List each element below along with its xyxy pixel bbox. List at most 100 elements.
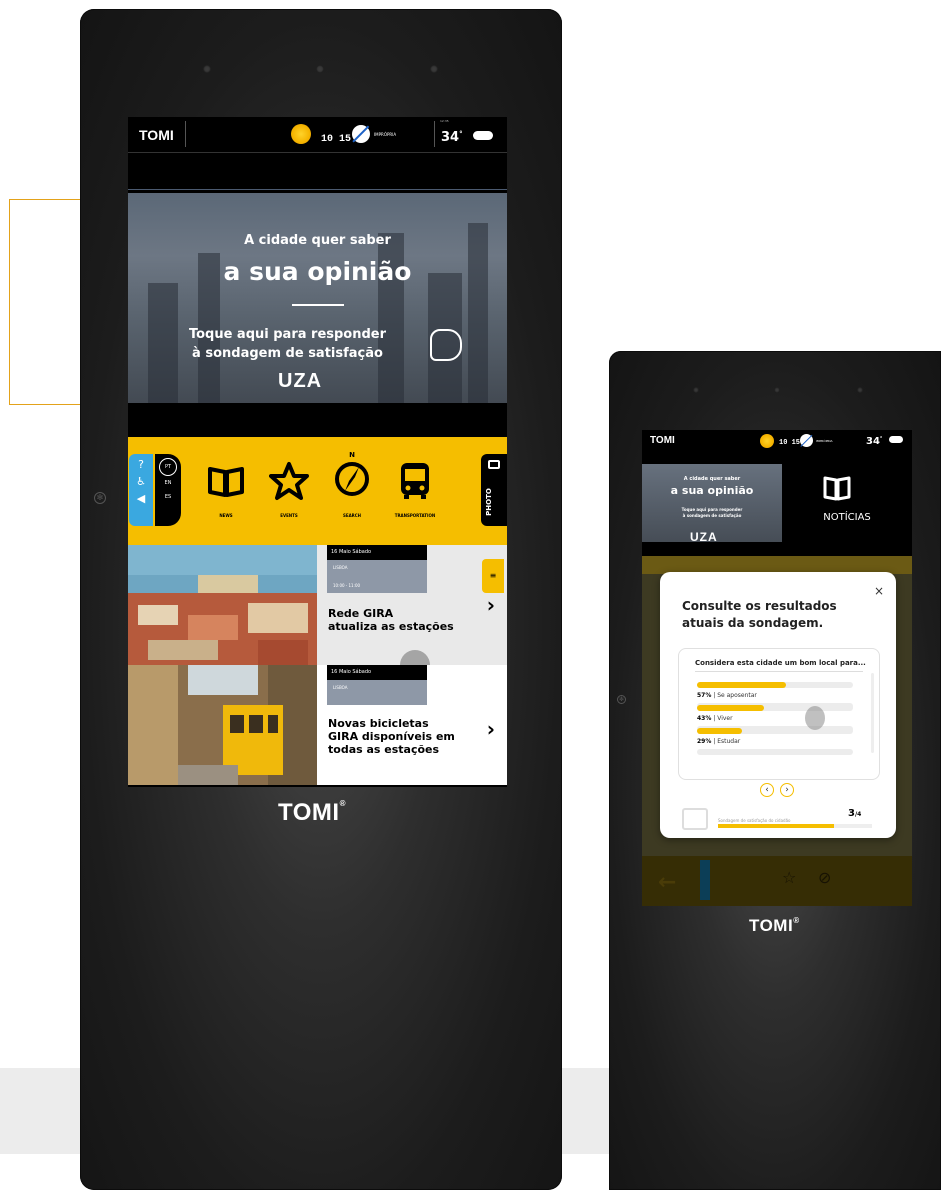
prev-button[interactable]: ‹ [760, 783, 774, 797]
event-place: LISBOA [333, 565, 348, 570]
sun-icon [760, 434, 774, 448]
camera-icon [430, 65, 438, 73]
nav-label-news: NEWS [219, 513, 233, 518]
no-bathing-icon [352, 125, 370, 143]
camera-icon [488, 460, 500, 469]
news-item[interactable]: 16 Maio Sábado LISBOA Novas bicicletas G… [128, 665, 507, 785]
camera-icon [774, 387, 780, 393]
nav-label-events: EVENTS [280, 513, 298, 518]
book-icon [682, 808, 708, 830]
survey-banner[interactable]: A cidade quer saber a sua opinião Toque … [128, 193, 507, 403]
news-title: Novas bicicletas GIRA disponíveis em tod… [328, 717, 455, 756]
hero-line-3: Toque aqui para responder [681, 507, 743, 512]
survey-question: Considera esta cidade um bom local para.… [695, 659, 866, 667]
nav-label-search: SEARCH [342, 513, 362, 518]
close-icon[interactable]: × [874, 584, 884, 598]
dimmed-nav: ← ☆ ⊘ [642, 856, 912, 906]
bus-icon [401, 463, 429, 499]
camera-icon [693, 387, 699, 393]
sponsor-logo: UZA [278, 370, 323, 392]
result-bar-track [697, 749, 853, 755]
screen-logo: TOMI [650, 435, 675, 446]
compass-north: N [349, 451, 355, 459]
hero-line-2: a sua opinião [670, 484, 754, 497]
star-icon: ☆ [782, 868, 797, 887]
hero-line-1: A cidade quer saber [683, 476, 741, 482]
event-place: LISBOA [333, 685, 348, 690]
screw-icon: ✻ [94, 492, 106, 504]
event-date: 16 Maio Sábado [327, 665, 427, 680]
lang-option[interactable]: PT [159, 458, 177, 476]
main-nav: ? ♿ ◀ PT EN ES NEWS EVENTS N SEARCH TRAN… [128, 437, 507, 545]
language-selector[interactable]: PT EN ES [155, 454, 181, 526]
lang-option[interactable]: ES [155, 494, 181, 500]
lisbon-rooftops-image [128, 545, 317, 665]
sponsor-logo: UZA [690, 530, 718, 544]
news-label: NOTÍCIAS [823, 512, 871, 523]
result-bar [697, 705, 853, 711]
scrollbar[interactable] [871, 673, 874, 753]
hero-line-4: à sondagem de satisfação [682, 513, 742, 518]
survey-name: Sondagem de satisfação do cidadão [718, 818, 791, 823]
result-label: 57% | Se aposentar [697, 692, 757, 699]
next-button[interactable]: › [780, 783, 794, 797]
chevron-right-icon[interactable]: › [487, 593, 495, 617]
hero-line-3: Toque aqui para responder [188, 327, 387, 342]
news-item[interactable]: 16 Maio Sábado LISBOA 10:00 - 11:00 ≡ Re… [128, 545, 507, 680]
status-bar: TOMI 10 15 IMPRÓPRIA 12:35 34° [128, 117, 507, 153]
screw-icon: ✻ [617, 695, 626, 704]
modal-title: Consulte os resultados atuais da sondage… [682, 599, 837, 630]
event-date-box: 16 Maio Sábado LISBOA 10:00 - 11:00 [327, 545, 427, 593]
cloud-icon [889, 436, 903, 443]
news-tile[interactable]: NOTÍCIAS [782, 464, 912, 542]
wheelchair-icon[interactable]: ♿ [129, 475, 153, 488]
result-label: 43% | Viver [697, 715, 733, 722]
weather-values: 10 15 [321, 134, 352, 145]
survey-banner[interactable]: A cidade quer saber a sua opinião Toque … [642, 464, 782, 544]
survey-count: 3/4 [848, 808, 862, 819]
water-status: IMPRÓPRIA [374, 132, 397, 137]
star-icon [269, 462, 309, 500]
accessibility-bar[interactable]: ? ♿ ◀ [129, 454, 153, 526]
event-time: 10:00 - 11:00 [333, 583, 361, 588]
hero-line-4: à sondagem de satisfação [192, 346, 383, 361]
scroll-hint-icon [805, 706, 825, 730]
photo-button[interactable]: PHOTO [481, 454, 507, 526]
camera-icon [203, 65, 211, 73]
cloud-icon [473, 131, 493, 140]
lang-option[interactable]: EN [155, 480, 181, 486]
survey-progress [718, 824, 872, 828]
compass-icon [335, 462, 369, 496]
kiosk-brand: TOMI® [749, 916, 800, 935]
news-button[interactable] [206, 461, 246, 501]
book-icon [823, 476, 851, 501]
transport-button[interactable] [395, 461, 435, 501]
chevron-right-icon[interactable]: › [487, 717, 495, 741]
weather-values: 10 15 [779, 439, 801, 447]
kiosk-screen: TOMI 10 15 IMPRÓPRIA 12:35 34° A cidade … [128, 117, 507, 787]
water-status: IMPRÓPRIA [816, 439, 833, 443]
help-icon[interactable]: ? [129, 458, 153, 471]
clock-time: 12:35 [440, 119, 449, 123]
event-date-box: 16 Maio Sábado LISBOA [327, 665, 427, 705]
hero-line-2: a sua opinião [223, 257, 412, 286]
result-bar [697, 682, 853, 688]
megaphone-icon[interactable]: ◀ [129, 492, 153, 505]
survey-results-modal: × Consulte os resultados atuais da sonda… [660, 572, 896, 838]
event-date: 16 Maio Sábado [327, 545, 427, 560]
events-button[interactable] [269, 461, 309, 501]
temperature: 34° [866, 436, 883, 447]
compass-icon: ⊘ [818, 868, 832, 887]
camera-icon [316, 65, 324, 73]
search-button[interactable]: N [332, 451, 372, 501]
result-label: 29% | Estudar [697, 738, 741, 745]
temperature: 34° [441, 130, 463, 145]
sun-icon [291, 124, 311, 144]
back-arrow-icon: ← [658, 870, 677, 895]
hero-line-1: A cidade quer saber [244, 233, 391, 248]
divider [695, 671, 863, 672]
menu-tab[interactable]: ≡ [482, 559, 504, 593]
book-icon [208, 467, 244, 497]
camera-icon [857, 387, 863, 393]
no-bathing-icon [800, 434, 813, 447]
